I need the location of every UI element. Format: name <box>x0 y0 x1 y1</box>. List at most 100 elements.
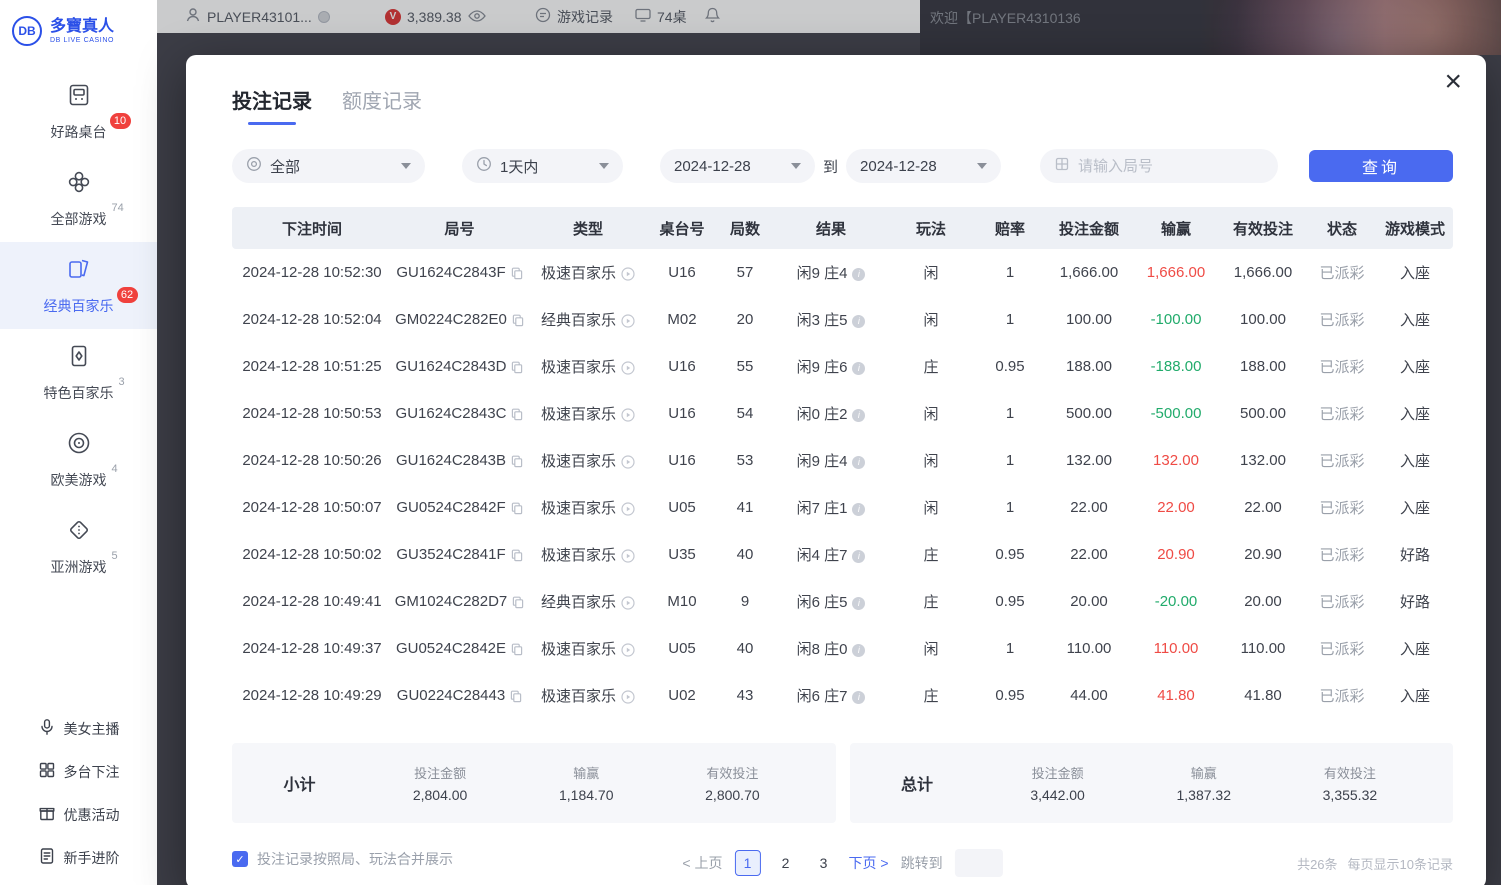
table-row[interactable]: 2024-12-28 10:52:04 GM0224C282E0 经典百家乐 M… <box>232 296 1453 343</box>
subtotal-valid: 有效投注 2,800.70 <box>705 763 760 803</box>
brand-logo[interactable]: DB 多寶真人 DB LIVE CASINO <box>0 0 157 56</box>
time-filter-dropdown[interactable]: 1天内 <box>462 149 623 183</box>
col-amount: 投注金额 <box>1045 207 1133 249</box>
play-icon[interactable] <box>621 267 635 281</box>
play-icon[interactable] <box>621 549 635 563</box>
copy-icon[interactable] <box>512 596 524 609</box>
copy-icon[interactable] <box>511 361 523 374</box>
info-icon[interactable] <box>852 503 865 516</box>
copy-icon[interactable] <box>510 690 522 703</box>
table-row[interactable]: 2024-12-28 10:50:26 GU1624C2843B 极速百家乐 U… <box>232 437 1453 484</box>
info-icon[interactable] <box>852 644 865 657</box>
play-icon[interactable] <box>621 690 635 704</box>
cell-round-id: GU1624C2843F <box>392 249 527 296</box>
cell-mode: 好路 <box>1377 531 1453 578</box>
modal-tabs: 投注记录 额度记录 <box>232 85 1453 125</box>
copy-icon[interactable] <box>511 502 523 515</box>
sidebar-item-all-games[interactable]: 全部游戏74 <box>0 155 157 242</box>
cell-table-no: U16 <box>649 390 715 437</box>
info-icon[interactable] <box>852 691 865 704</box>
info-icon[interactable] <box>852 315 865 328</box>
microphone-icon <box>38 718 56 739</box>
copy-icon[interactable] <box>511 455 523 468</box>
sidebar-item-label: 亚洲游戏 <box>51 559 107 575</box>
info-icon[interactable] <box>852 409 865 422</box>
next-page-button[interactable]: 下页 > <box>849 853 889 873</box>
merge-checkbox[interactable] <box>232 851 248 867</box>
sidebar-item-multi-table[interactable]: 多台下注 <box>0 750 157 793</box>
table-row[interactable]: 2024-12-28 10:50:53 GU1624C2843C 极速百家乐 U… <box>232 390 1453 437</box>
jump-page-input[interactable] <box>955 849 1003 877</box>
sidebar-item-good-road-tables[interactable]: 好路桌台10 <box>0 68 157 155</box>
table-row[interactable]: 2024-12-28 10:52:30 GU1624C2843F 极速百家乐 U… <box>232 249 1453 296</box>
table-header-row: 下注时间 局号 类型 桌台号 局数 结果 玩法 赔率 投注金额 输赢 有效投注 … <box>232 207 1453 249</box>
sidebar-item-classic-baccarat[interactable]: 经典百家乐62 <box>0 242 157 329</box>
play-icon[interactable] <box>621 596 635 610</box>
sidebar-item-western-games[interactable]: 欧美游戏4 <box>0 416 157 503</box>
copy-icon[interactable] <box>511 549 523 562</box>
query-button[interactable]: 查询 <box>1309 150 1453 182</box>
table-row[interactable]: 2024-12-28 10:49:41 GM1024C282D7 经典百家乐 M… <box>232 578 1453 625</box>
col-mode: 游戏模式 <box>1377 207 1453 249</box>
round-search-input[interactable] <box>1078 158 1264 175</box>
play-icon[interactable] <box>621 408 635 422</box>
cell-status: 已派彩 <box>1307 484 1377 531</box>
table-row[interactable]: 2024-12-28 10:51:25 GU1624C2843D 极速百家乐 U… <box>232 343 1453 390</box>
table-row[interactable]: 2024-12-28 10:50:07 GU0524C2842F 极速百家乐 U… <box>232 484 1453 531</box>
play-icon[interactable] <box>621 361 635 375</box>
type-filter-dropdown[interactable]: 全部 <box>232 149 425 183</box>
info-icon[interactable] <box>852 550 865 563</box>
cell-play: 庄 <box>887 578 975 625</box>
info-icon[interactable] <box>852 268 865 281</box>
sidebar-item-asian-games[interactable]: 亚洲游戏5 <box>0 503 157 590</box>
info-icon[interactable] <box>852 456 865 469</box>
info-icon[interactable] <box>852 362 865 375</box>
sidebar-item-live-hosts[interactable]: 美女主播 <box>0 707 157 750</box>
date-from-picker[interactable]: 2024-12-28 <box>660 149 815 183</box>
copy-icon[interactable] <box>512 314 524 327</box>
cards-icon <box>66 256 92 287</box>
cell-valid: 132.00 <box>1219 437 1307 484</box>
sidebar-item-beginner-guide[interactable]: 新手进阶 <box>0 836 157 879</box>
cell-status: 已派彩 <box>1307 249 1377 296</box>
info-icon[interactable] <box>852 597 865 610</box>
date-to-picker[interactable]: 2024-12-28 <box>846 149 1001 183</box>
cell-bet-time: 2024-12-28 10:50:26 <box>232 437 392 484</box>
cell-table-no: U16 <box>649 343 715 390</box>
play-icon[interactable] <box>621 643 635 657</box>
table-row[interactable]: 2024-12-28 10:50:02 GU3524C2841F 极速百家乐 U… <box>232 531 1453 578</box>
play-icon[interactable] <box>621 455 635 469</box>
sidebar: DB 多寶真人 DB LIVE CASINO 好路桌台10 全部游戏74 <box>0 0 157 885</box>
cell-mode: 入座 <box>1377 437 1453 484</box>
chevron-down-icon <box>401 163 411 169</box>
cell-mode: 入座 <box>1377 249 1453 296</box>
sidebar-item-label: 特色百家乐 <box>44 385 114 401</box>
cell-round-id: GU0524C2842F <box>392 484 527 531</box>
play-icon[interactable] <box>621 314 635 328</box>
copy-icon[interactable] <box>511 267 523 280</box>
cell-valid: 100.00 <box>1219 296 1307 343</box>
close-icon[interactable]: × <box>1444 67 1462 97</box>
cell-valid: 110.00 <box>1219 625 1307 672</box>
page-button-1[interactable]: 1 <box>735 850 761 876</box>
table-row[interactable]: 2024-12-28 10:49:37 GU0524C2842E 极速百家乐 U… <box>232 625 1453 672</box>
page-button-3[interactable]: 3 <box>811 850 837 876</box>
tab-credit-records[interactable]: 额度记录 <box>342 85 422 125</box>
col-valid: 有效投注 <box>1219 207 1307 249</box>
table-row[interactable]: 2024-12-28 10:49:29 GU0224C28443 极速百家乐 U… <box>232 672 1453 719</box>
page-button-2[interactable]: 2 <box>773 850 799 876</box>
round-search-box <box>1040 149 1278 183</box>
cell-game-type: 极速百家乐 <box>527 390 649 437</box>
logo-circle-icon: DB <box>12 16 42 46</box>
prev-page-button[interactable]: < 上页 <box>682 853 722 873</box>
sidebar-item-special-baccarat[interactable]: 特色百家乐3 <box>0 329 157 416</box>
cell-win: -188.00 <box>1133 343 1219 390</box>
sidebar-nav: 好路桌台10 全部游戏74 经典百家乐62 特色百家乐3 <box>0 68 157 590</box>
cell-mode: 入座 <box>1377 672 1453 719</box>
play-icon[interactable] <box>621 502 635 516</box>
tab-bet-records[interactable]: 投注记录 <box>232 85 312 125</box>
copy-icon[interactable] <box>511 408 523 421</box>
copy-icon[interactable] <box>511 643 523 656</box>
sidebar-item-promotions[interactable]: 优惠活动 <box>0 793 157 836</box>
cell-bet-time: 2024-12-28 10:50:53 <box>232 390 392 437</box>
